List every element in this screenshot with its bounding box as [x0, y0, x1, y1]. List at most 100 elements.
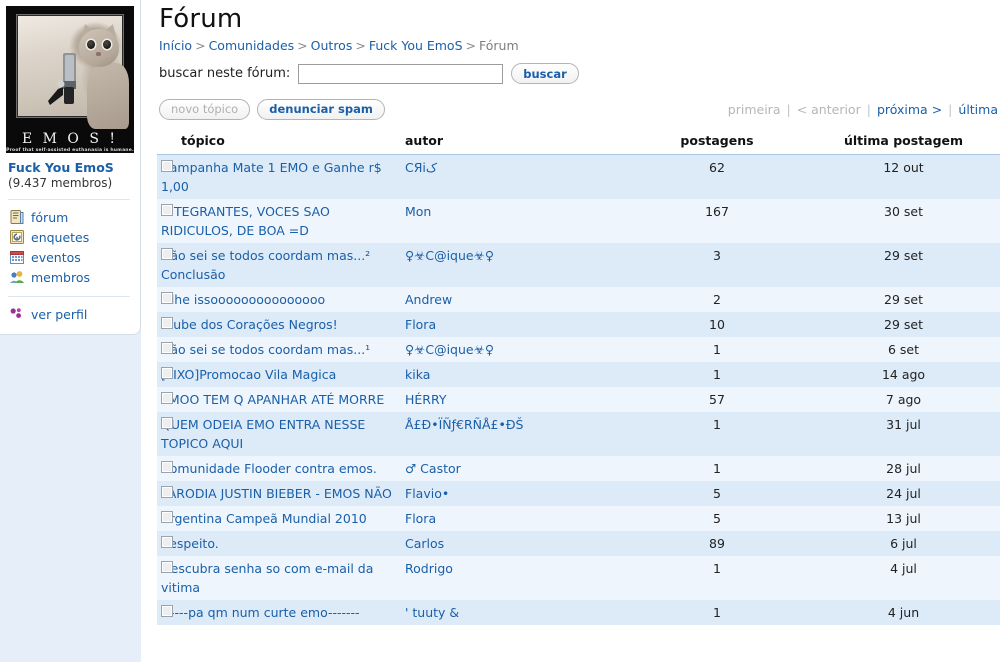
author-link[interactable]: Flora [405, 317, 436, 332]
sidebar-item-ver-perfil[interactable]: ver perfil [6, 304, 132, 324]
search-input[interactable] [298, 63, 504, 84]
sidebar-item-membros[interactable]: membros [6, 267, 132, 287]
row-checkbox[interactable] [161, 561, 173, 573]
posts-count: 1 [713, 605, 721, 620]
sidebar-item-enquetes[interactable]: enquetes [6, 227, 132, 247]
author-link[interactable]: kika [405, 367, 430, 382]
table-header-row: tópico autor postagens última postagem [157, 131, 1000, 155]
topic-link[interactable]: Olhe issooooooooooooooo [161, 292, 325, 307]
topic-cell: INTEGRANTES, VOCES SAO RIDICULOS, DE BOA… [157, 199, 401, 243]
author-link[interactable]: Flora [405, 511, 436, 526]
topic-cell: Descubra senha so com e-mail da vitima [157, 556, 401, 600]
topic-link[interactable]: PARODIA JUSTIN BIEBER - EMOS NÃO [161, 486, 392, 501]
kitten-eye-right-icon [103, 40, 111, 49]
author-cell: ' tuuty & [401, 600, 627, 625]
posts-count: 62 [709, 160, 725, 175]
topic-cell: Campanha Mate 1 EMO e Ganhe r$ 1,00 [157, 155, 401, 200]
pager-next[interactable]: próxima > [877, 102, 942, 117]
community-avatar[interactable]: E M O S ! Proof that self-assisted eutha… [6, 6, 134, 153]
topic-link[interactable]: Não sei se todos coordam mas...² Conclus… [161, 248, 370, 282]
topic-link[interactable]: Descubra senha so com e-mail da vitima [161, 561, 373, 595]
breadcrumb-item-comunidades[interactable]: Comunidades [209, 38, 295, 53]
topic-link[interactable]: Campanha Mate 1 EMO e Ganhe r$ 1,00 [161, 160, 382, 194]
author-link[interactable]: Andrew [405, 292, 452, 307]
author-cell: kika [401, 362, 627, 387]
breadcrumb-item-inicio[interactable]: Início [159, 38, 192, 53]
posts-count: 1 [713, 461, 721, 476]
row-checkbox[interactable] [161, 461, 173, 473]
search-button[interactable]: buscar [511, 63, 579, 84]
last-post-date: 4 jun [887, 605, 920, 620]
search-bar: buscar neste fórum: buscar [159, 63, 1000, 84]
row-checkbox[interactable] [161, 160, 173, 172]
author-link[interactable]: ♂ Castor [405, 461, 461, 476]
sidebar-item-forum[interactable]: fórum [6, 207, 132, 227]
row-checkbox[interactable] [161, 292, 173, 304]
author-cell: Mon [401, 199, 627, 243]
report-spam-button[interactable]: denunciar spam [257, 98, 385, 120]
row-checkbox[interactable] [161, 511, 173, 523]
topic-cell: QUEM ODEIA EMO ENTRA NESSE TOPICO AQUI [157, 412, 401, 456]
sidebar-item-ver-perfil-label: ver perfil [31, 306, 88, 322]
row-checkbox[interactable] [161, 204, 173, 216]
author-link[interactable]: ♀☣C@ique☣♀ [405, 342, 494, 357]
row-checkbox[interactable] [161, 342, 173, 354]
table-row: Argentina Campeã Mundial 2010 Flora 5 13 ju… [157, 506, 1000, 531]
topic-link[interactable]: [FIXO]Promocao Vila Magica [161, 367, 336, 382]
row-checkbox[interactable] [161, 317, 173, 329]
breadcrumb-separator: > [297, 38, 308, 53]
community-card: E M O S ! Proof that self-assisted eutha… [0, 0, 141, 335]
author-link[interactable]: Rodrigo [405, 561, 453, 576]
breadcrumb-separator: > [355, 38, 366, 53]
topic-cell: [FIXO]Promocao Vila Magica [157, 362, 401, 387]
posts-count: 5 [713, 486, 721, 501]
author-link[interactable]: Mon [405, 204, 431, 219]
author-link[interactable]: ♀☣C@ique☣♀ [405, 248, 494, 263]
author-link[interactable]: ' tuuty & [405, 605, 459, 620]
row-checkbox[interactable] [161, 536, 173, 548]
members-icon [9, 269, 25, 285]
topics-table: tópico autor postagens última postagem C… [157, 131, 1000, 625]
posts-count: 89 [709, 536, 725, 551]
row-checkbox[interactable] [161, 417, 173, 429]
sidebar-item-forum-label: fórum [31, 209, 69, 225]
topic-link[interactable]: QUEM ODEIA EMO ENTRA NESSE TOPICO AQUI [161, 417, 365, 451]
pager-last[interactable]: última [958, 102, 998, 117]
author-cell: HÉRRY [401, 387, 627, 412]
new-topic-button[interactable]: novo tópico [159, 98, 251, 120]
last-post-date: 28 jul [886, 461, 921, 476]
topic-link[interactable]: INTEGRANTES, VOCES SAO RIDICULOS, DE BOA… [161, 204, 330, 238]
topic-link[interactable]: EMOO TEM Q APANHAR ATÉ MORRE [161, 392, 384, 407]
author-link[interactable]: HÉRRY [405, 392, 447, 407]
breadcrumb-item-outros[interactable]: Outros [311, 38, 353, 53]
topic-link[interactable]: Não sei se todos coordam mas...¹ [161, 342, 370, 357]
row-checkbox[interactable] [161, 486, 173, 498]
topic-cell: EMOO TEM Q APANHAR ATÉ MORRE [157, 387, 401, 412]
table-row: Descubra senha so com e-mail da vitima Ro… [157, 556, 1000, 600]
sidebar-item-eventos[interactable]: eventos [6, 247, 132, 267]
author-link[interactable]: Flavio• [405, 486, 449, 501]
breadcrumb-item-community[interactable]: Fuck You EmoS [369, 38, 463, 53]
topic-link[interactable]: Argentina Campeã Mundial 2010 [161, 511, 367, 526]
author-cell: Flora [401, 506, 627, 531]
community-name[interactable]: Fuck You EmoS [8, 160, 132, 175]
author-link[interactable]: Å£Ð•ÏÑƒ€RÑÅ£•ÐŠ [405, 417, 524, 432]
topic-cell: ------pa qm num curte emo------- [157, 600, 401, 625]
row-checkbox[interactable] [161, 367, 173, 379]
author-link[interactable]: Carlos [405, 536, 444, 551]
topic-cell: Olhe issooooooooooooooo [157, 287, 401, 312]
row-checkbox[interactable] [161, 392, 173, 404]
topic-link[interactable]: Comunidade Flooder contra emos. [161, 461, 377, 476]
topic-link[interactable]: Clube dos Corações Negros! [161, 317, 338, 332]
table-row: Não sei se todos coordam mas...¹ ♀☣C@ique… [157, 337, 1000, 362]
posts-count: 1 [713, 417, 721, 432]
topic-link[interactable]: ------pa qm num curte emo------- [161, 605, 360, 620]
sidebar: E M O S ! Proof that self-assisted eutha… [0, 0, 141, 662]
main-content: Fórum Início > Comunidades > Outros > Fuck You… [141, 0, 1000, 662]
row-checkbox[interactable] [161, 605, 173, 617]
author-cell: Carlos [401, 531, 627, 556]
breadcrumb-separator: > [465, 38, 477, 53]
author-link[interactable]: CЯiک [405, 160, 437, 175]
row-checkbox[interactable] [161, 248, 173, 260]
topic-cell: Não sei se todos coordam mas...² Conclus… [157, 243, 401, 287]
